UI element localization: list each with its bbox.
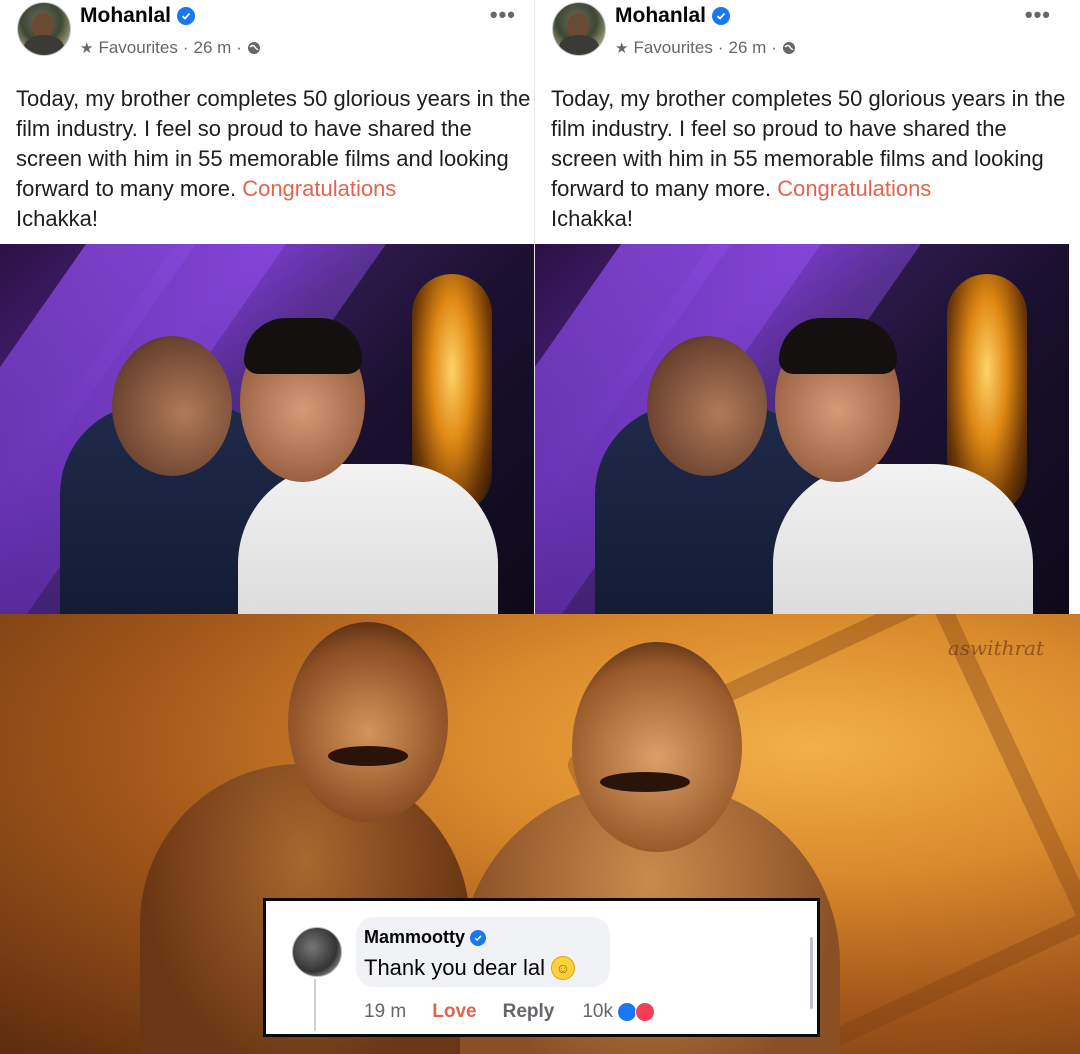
love-reaction-icon <box>635 1002 655 1022</box>
smile-emoji-icon: ☺ <box>551 956 575 980</box>
timestamp[interactable]: 26 m <box>729 38 767 58</box>
commenter-avatar[interactable] <box>292 927 342 977</box>
post-meta: ★ Favourites · 26 m · <box>80 38 261 58</box>
post-tail: Ichakka! <box>16 206 98 231</box>
globe-icon <box>247 42 260 54</box>
post-tail: Ichakka! <box>551 206 633 231</box>
comment-timestamp[interactable]: 19 m <box>364 1001 406 1023</box>
post-left: Mohanlal ★ Favourites · 26 m · ••• Today… <box>0 0 534 614</box>
reaction-count[interactable]: 10k <box>582 1001 613 1023</box>
comment-text: Thank you dear lal ☺ <box>364 955 575 981</box>
comment-card: Mammootty Thank you dear lal ☺ 19 m Love… <box>263 898 820 1037</box>
timestamp[interactable]: 26 m <box>194 38 232 58</box>
globe-icon <box>782 42 795 54</box>
reaction-summary[interactable]: 10k <box>582 1001 655 1023</box>
verified-icon <box>470 929 487 946</box>
post-meta: ★ Favourites · 26 m · <box>615 38 796 58</box>
commenter-name[interactable]: Mammootty <box>364 927 487 948</box>
star-icon: ★ <box>615 40 629 57</box>
author-name[interactable]: Mohanlal <box>80 4 196 28</box>
audience-label: Favourites <box>98 38 178 57</box>
post-text: Today, my brother completes 50 glorious … <box>551 84 1066 234</box>
comment-body: Thank you dear lal <box>364 955 545 980</box>
verified-icon <box>177 7 196 25</box>
watermark: aswithrat <box>947 636 1044 660</box>
more-options-icon[interactable]: ••• <box>490 2 516 28</box>
comment-bubble: Mammootty Thank you dear lal ☺ <box>356 917 610 987</box>
love-button[interactable]: Love <box>432 1001 476 1023</box>
post-photo[interactable] <box>0 244 534 614</box>
star-icon: ★ <box>80 40 94 57</box>
author-avatar[interactable] <box>552 2 606 56</box>
post-tag[interactable]: Congratulations <box>242 176 396 201</box>
commenter-name-text[interactable]: Mammootty <box>364 927 465 948</box>
verified-icon <box>712 7 731 25</box>
post-text: Today, my brother completes 50 glorious … <box>16 84 531 234</box>
author-avatar[interactable] <box>17 2 71 56</box>
comment-actions: 19 m Love Reply 10k <box>364 1001 655 1023</box>
post-tag[interactable]: Congratulations <box>777 176 931 201</box>
author-name-text[interactable]: Mohanlal <box>615 4 706 28</box>
post-photo[interactable] <box>535 244 1069 614</box>
author-name-text[interactable]: Mohanlal <box>80 4 171 28</box>
scrollbar[interactable] <box>810 937 813 1009</box>
like-reaction-icon <box>617 1002 637 1022</box>
audience-label: Favourites <box>633 38 713 57</box>
thread-line <box>314 979 316 1031</box>
more-options-icon[interactable]: ••• <box>1025 2 1051 28</box>
post-right: Mohanlal ★ Favourites · 26 m · ••• Today… <box>535 0 1069 614</box>
reply-button[interactable]: Reply <box>503 1001 555 1023</box>
author-name[interactable]: Mohanlal <box>615 4 731 28</box>
